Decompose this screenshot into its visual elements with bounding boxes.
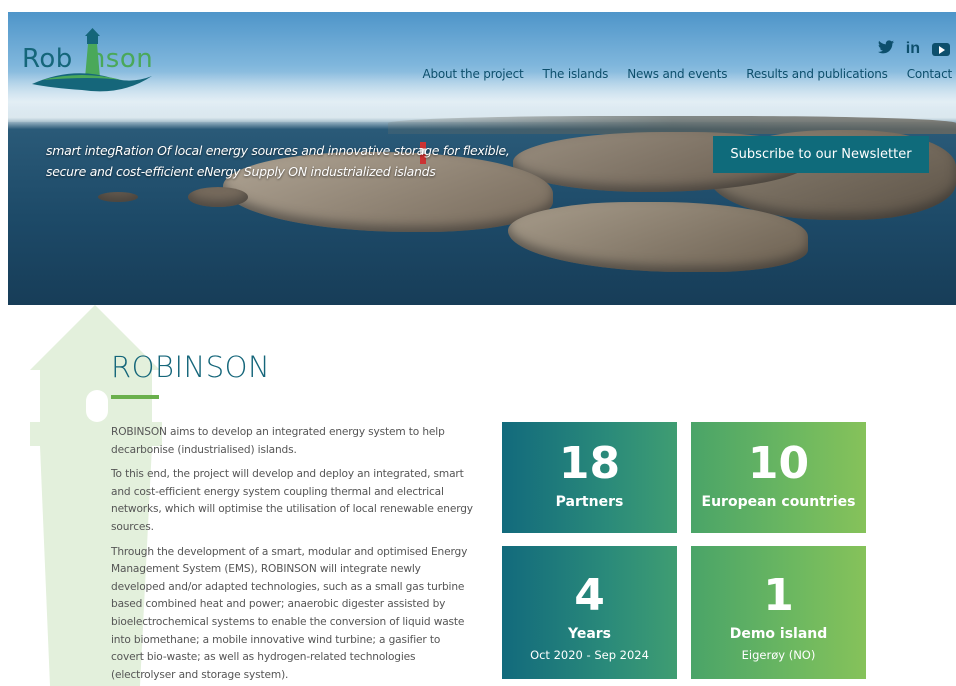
island — [188, 187, 248, 207]
nav-news-and-events[interactable]: News and events — [627, 67, 727, 81]
nav-contact[interactable]: Contact — [907, 67, 952, 81]
linkedin-icon[interactable]: in — [906, 40, 920, 59]
stat-sublabel: Eigerøy (NO) — [741, 648, 816, 662]
tagline-line: smart integRation Of local energy source… — [46, 143, 510, 158]
logo-text: Rob nson — [22, 44, 153, 74]
youtube-icon[interactable] — [932, 43, 950, 56]
stat-demo-island: 1 Demo island Eigerøy (NO) — [691, 546, 866, 679]
nav-results-and-publications[interactable]: Results and publications — [746, 67, 888, 81]
stat-number: 1 — [763, 570, 794, 621]
paragraph: To this end, the project will develop an… — [111, 468, 473, 533]
nav-the-islands[interactable]: The islands — [543, 67, 609, 81]
island — [508, 202, 808, 272]
stat-label: Demo island — [729, 626, 828, 642]
stat-label: Partners — [555, 494, 624, 510]
stat-label: Years — [567, 626, 612, 642]
stat-partners: 18 Partners — [502, 422, 677, 533]
logo-text-part: nson — [88, 44, 154, 74]
island — [98, 192, 138, 202]
stat-number: 4 — [574, 570, 605, 621]
stat-years: 4 Years Oct 2020 - Sep 2024 — [502, 546, 677, 679]
social-links: in — [877, 40, 950, 59]
hero-banner: Rob nson in About the project The islands… — [8, 12, 956, 305]
paragraph: ROBINSON aims to develop an integrated e… — [111, 426, 445, 456]
stat-sublabel: Oct 2020 - Sep 2024 — [530, 648, 649, 662]
page-title: ROBINSON — [111, 350, 271, 384]
title-underline — [111, 395, 159, 399]
subscribe-newsletter-button[interactable]: Subscribe to our Newsletter — [713, 136, 929, 173]
paragraph: Through the development of a smart, modu… — [111, 545, 468, 681]
twitter-icon[interactable] — [877, 40, 894, 59]
stat-number: 18 — [558, 438, 621, 489]
intro-text: ROBINSON aims to develop an integrated e… — [111, 424, 476, 686]
tagline-line: secure and cost-efficient eNergy Supply … — [46, 164, 436, 179]
logo-text-part: Rob — [22, 44, 73, 74]
logo[interactable]: Rob nson — [22, 26, 172, 96]
stat-label: European countries — [701, 494, 856, 510]
main-nav: About the project The islands News and e… — [422, 67, 952, 81]
stat-number: 10 — [747, 438, 810, 489]
hero-tagline: smart integRation Of local energy source… — [46, 140, 546, 182]
nav-about-the-project[interactable]: About the project — [422, 67, 523, 81]
stat-countries: 10 European countries — [691, 422, 866, 533]
